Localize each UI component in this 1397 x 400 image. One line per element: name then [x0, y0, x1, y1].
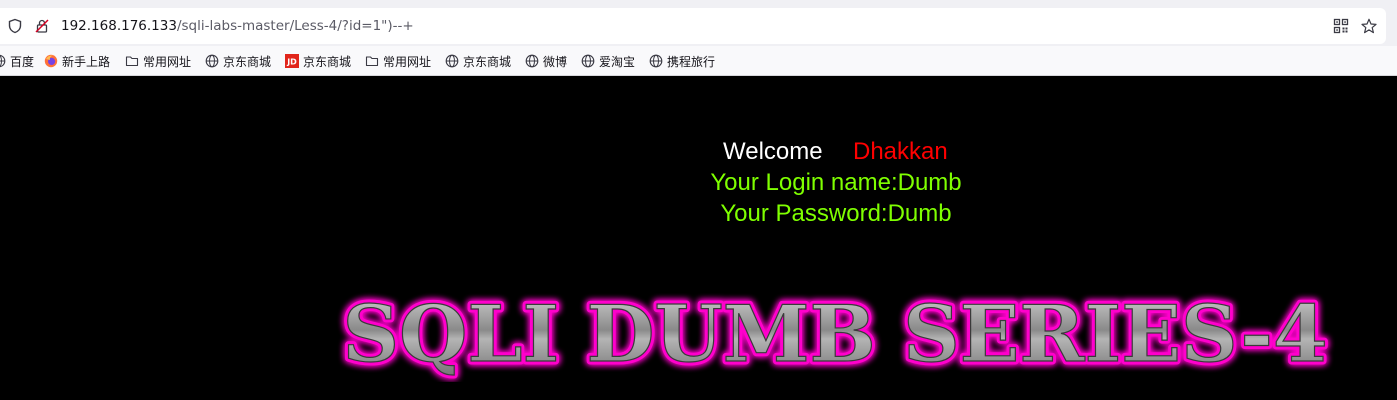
folder-icon — [365, 54, 379, 68]
globe-icon — [0, 54, 6, 68]
insecure-lock-icon[interactable] — [33, 17, 51, 35]
globe-icon — [649, 54, 663, 68]
bookmark-item[interactable]: 百度 — [0, 53, 34, 69]
shield-icon[interactable] — [6, 17, 24, 35]
bookmark-label: 京东商城 — [223, 54, 272, 69]
bookmark-label: 常用网址 — [143, 54, 192, 69]
bookmark-label: 常用网址 — [383, 54, 432, 69]
bookmark-item[interactable]: 常用网址 — [125, 53, 191, 69]
bookmark-item[interactable]: 新手上路 — [44, 53, 110, 69]
bookmark-label: 京东商城 — [463, 54, 512, 69]
address-bar: 192.168.176.133/sqli-labs-master/Less-4/… — [0, 0, 1397, 46]
svg-text:JD: JD — [286, 58, 297, 67]
folder-icon — [125, 54, 139, 68]
series-title-banner: SQLI DUMB SERIES-4 SQLI DUMB SERIES-4 — [339, 287, 1331, 382]
bookmark-item[interactable]: 爱淘宝 — [581, 53, 635, 69]
globe-icon — [581, 54, 595, 68]
globe-icon — [205, 54, 219, 68]
bookmark-item[interactable]: JD 京东商城 — [285, 53, 351, 69]
bookmark-label: 新手上路 — [62, 54, 111, 69]
qr-code-icon[interactable] — [1332, 17, 1350, 35]
bookmark-label: 百度 — [10, 54, 35, 69]
bookmark-item[interactable]: 京东商城 — [205, 53, 271, 69]
page-content: Welcome Dhakkan Your Login name:Dumb You… — [0, 76, 1397, 400]
banner-text: SQLI DUMB SERIES-4 — [343, 289, 1328, 380]
login-name-line: Your Login name:Dumb — [710, 169, 962, 196]
url-path: /sqli-labs-master/Less-4/?id=1")--+ — [176, 18, 414, 34]
jd-icon: JD — [285, 54, 299, 68]
bookmark-label: 携程旅行 — [667, 54, 716, 69]
globe-icon — [525, 54, 539, 68]
welcome-text: Welcome — [723, 138, 823, 165]
bookmark-label: 爱淘宝 — [599, 54, 636, 69]
bookmark-item[interactable]: 微博 — [525, 53, 567, 69]
url-host: 192.168.176.133 — [61, 18, 177, 34]
bookmark-label: 微博 — [543, 54, 568, 69]
star-bookmark-icon[interactable] — [1360, 17, 1378, 35]
firefox-icon — [44, 54, 58, 68]
bookmarks-bar: 百度 新手上路 常用网址 京东商城 JD 京东商城 常用网址 京东商城 微博 爱… — [0, 46, 1397, 76]
globe-icon — [445, 54, 459, 68]
url-text[interactable]: 192.168.176.133/sqli-labs-master/Less-4/… — [61, 17, 414, 35]
password-line: Your Password:Dumb — [720, 200, 952, 227]
bookmark-label: 京东商城 — [303, 54, 352, 69]
bookmark-item[interactable]: 京东商城 — [445, 53, 511, 69]
bookmark-item[interactable]: 携程旅行 — [649, 53, 715, 69]
welcome-name: Dhakkan — [853, 138, 948, 165]
bookmark-item[interactable]: 常用网址 — [365, 53, 431, 69]
